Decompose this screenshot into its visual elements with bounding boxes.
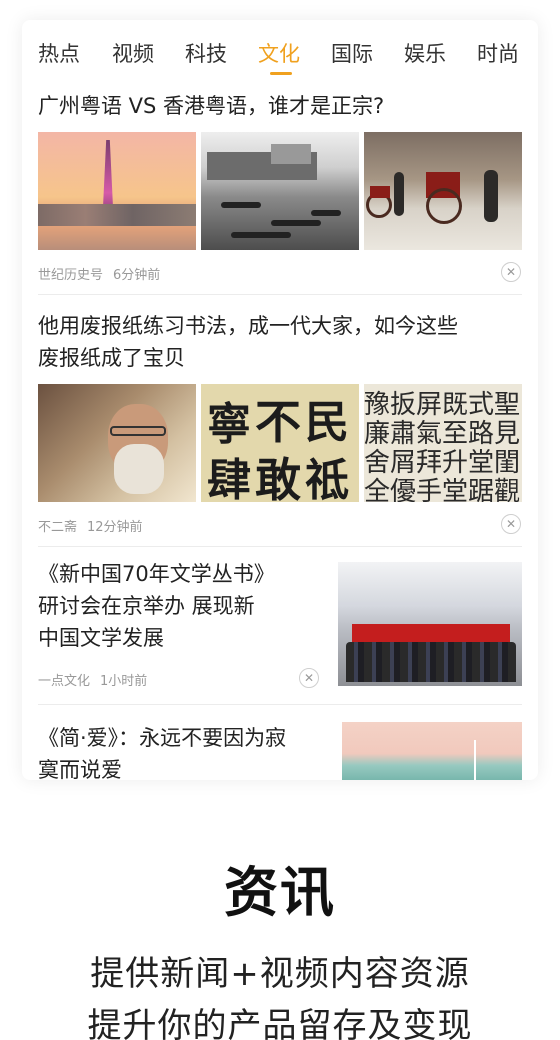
person-shape: [394, 172, 404, 216]
person-shape: [484, 170, 498, 222]
tab-hot[interactable]: 热点: [38, 38, 80, 68]
divider: [38, 294, 522, 295]
boat-shape: [231, 232, 291, 238]
boat-shape: [221, 202, 261, 208]
news-feed-card: 热点 视频 科技 文化 国际 娱乐 时尚 广州粤语 VS 香港粤语，谁才是正宗?…: [22, 20, 538, 780]
ceiling-shape: [338, 562, 522, 602]
tab-tech[interactable]: 科技: [185, 38, 227, 68]
old-harbor-image[interactable]: [201, 132, 359, 250]
calligraphy-glyph: 不: [255, 395, 301, 449]
calligraphy-glyph: 堂: [442, 477, 469, 502]
news-item-4[interactable]: 《简·爱》：永远不要因为寂 寞而说爱: [38, 722, 328, 780]
news-item-3[interactable]: 《新中国70年文学丛书》 研讨会在京举办 展现新 中国文学发展: [38, 558, 318, 654]
news-title[interactable]: 广州粤语 VS 香港粤语，谁才是正宗?: [38, 90, 522, 122]
divider: [38, 704, 522, 705]
promo-line-1: 提供新闻+视频内容资源: [90, 954, 470, 994]
news-title-line-1[interactable]: 《新中国70年文学丛书》: [38, 558, 318, 590]
calligraphy-image-1[interactable]: 寧 不 民 肆 敢 祗: [201, 384, 359, 502]
news-item-1[interactable]: 广州粤语 VS 香港粤语，谁才是正宗?: [38, 90, 522, 122]
boat-shape: [311, 210, 341, 216]
calligraphy-glyph: 優: [390, 477, 417, 502]
news-meta: 不二斋 12分钟前: [38, 516, 143, 535]
close-icon[interactable]: ✕: [501, 514, 521, 534]
beard-shape: [114, 444, 164, 494]
news-title-line-2[interactable]: 研讨会在京举办 展现新: [38, 590, 318, 622]
calligraphy-glyph: 觀: [494, 477, 521, 502]
rickshaw-cart: [370, 186, 390, 198]
glasses-shape: [110, 426, 166, 436]
calligraphy-glyph: 民: [305, 397, 349, 448]
news-source: 世纪历史号: [38, 268, 104, 283]
tab-entertainment[interactable]: 娱乐: [404, 38, 446, 68]
people-shape: [346, 642, 516, 682]
close-icon[interactable]: ✕: [501, 262, 521, 282]
close-icon[interactable]: ✕: [299, 668, 319, 688]
news-time: 6分钟前: [113, 268, 161, 283]
wheel-shape: [426, 188, 462, 224]
news-title-line-1[interactable]: 《简·爱》：永远不要因为寂: [38, 722, 328, 754]
calligraphy-image-2[interactable]: 豫 扳 屏 既 式 聖 廉 肅 氣 至 路 見 舍 屑 拜 升 堂 閨 全 優 …: [364, 384, 522, 502]
news-source: 一点文化: [38, 674, 91, 689]
calligraphy-glyph: 肆: [207, 455, 251, 502]
conference-image[interactable]: [338, 562, 522, 686]
calligraphy-glyph: 手: [416, 477, 443, 502]
boat-shape: [271, 220, 321, 226]
promo-heading: 资讯: [224, 861, 336, 924]
active-tab-indicator: [270, 72, 292, 75]
news-meta: 世纪历史号 6分钟前: [38, 264, 160, 283]
category-tabs: 热点 视频 科技 文化 国际 娱乐 时尚: [22, 20, 538, 84]
calligraphy-glyph: 踞: [468, 477, 495, 502]
calligraphy-glyph: 敢: [255, 453, 301, 502]
water-shape: [38, 226, 196, 250]
calligraphy-glyph: 寧: [207, 399, 251, 450]
news-time: 1小时前: [100, 674, 148, 689]
divider: [38, 546, 522, 547]
tab-video[interactable]: 视频: [112, 38, 154, 68]
banner-shape: [352, 624, 510, 642]
news-meta: 一点文化 1小时前: [38, 670, 147, 689]
tab-culture[interactable]: 文化: [258, 38, 300, 68]
news-time: 12分钟前: [87, 520, 143, 535]
building-shape: [271, 144, 311, 164]
news-title-line-2[interactable]: 废报纸成了宝贝: [38, 342, 522, 374]
news-title-line-3[interactable]: 中国文学发展: [38, 622, 318, 654]
rickshaw-image[interactable]: [364, 132, 522, 250]
calligrapher-image[interactable]: [38, 384, 196, 502]
light-streak: [474, 740, 476, 780]
news-title-line-2[interactable]: 寞而说爱: [38, 754, 328, 780]
seascape-image[interactable]: [342, 722, 522, 780]
news-title-line-1[interactable]: 他用废报纸练习书法，成一代大家，如今这些: [38, 310, 522, 342]
calligraphy-glyph: 全: [364, 477, 391, 502]
canton-tower-image[interactable]: [38, 132, 196, 250]
promo-line-2: 提升你的产品留存及变现: [87, 1006, 473, 1040]
skyline-shape: [38, 204, 196, 226]
news-source: 不二斋: [38, 520, 78, 535]
tab-fashion[interactable]: 时尚: [477, 38, 519, 68]
calligraphy-glyph: 祗: [305, 455, 349, 502]
news-item-2[interactable]: 他用废报纸练习书法，成一代大家，如今这些 废报纸成了宝贝: [38, 310, 522, 374]
tab-international[interactable]: 国际: [331, 38, 373, 68]
